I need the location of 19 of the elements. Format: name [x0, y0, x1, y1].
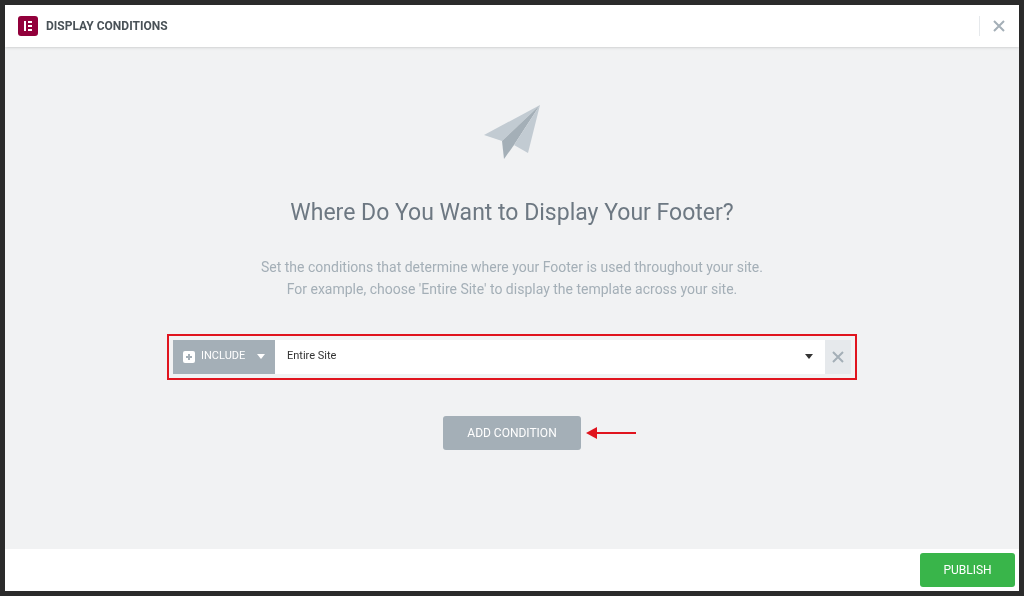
condition-select[interactable]: Entire Site — [275, 339, 825, 374]
description-text: Set the conditions that determine where your Footer is used throughout your site. — [261, 257, 763, 277]
condition-type-dropdown[interactable]: INCLUDE — [173, 339, 275, 374]
condition-type-label: INCLUDE — [201, 348, 246, 365]
dialog-title: DISPLAY CONDITIONS — [46, 18, 168, 35]
add-condition-button[interactable]: ADD CONDITION — [443, 415, 581, 450]
close-button[interactable] — [992, 19, 1006, 33]
paper-plane-icon — [484, 105, 540, 161]
publish-button[interactable]: PUBLISH — [920, 553, 1015, 587]
caret-icon — [257, 354, 265, 359]
remove-condition-button[interactable] — [825, 339, 851, 374]
logo-icon — [18, 16, 38, 36]
plus-icon — [183, 350, 195, 363]
caret-icon — [805, 354, 813, 359]
description-text: For example, choose 'Entire Site' to display the template across your site. — [286, 279, 738, 299]
arrow-icon — [586, 426, 636, 439]
heading: Where Do You Want to Display Your Footer? — [290, 198, 734, 228]
condition-value: Entire Site — [287, 348, 337, 365]
close-icon — [832, 350, 844, 363]
